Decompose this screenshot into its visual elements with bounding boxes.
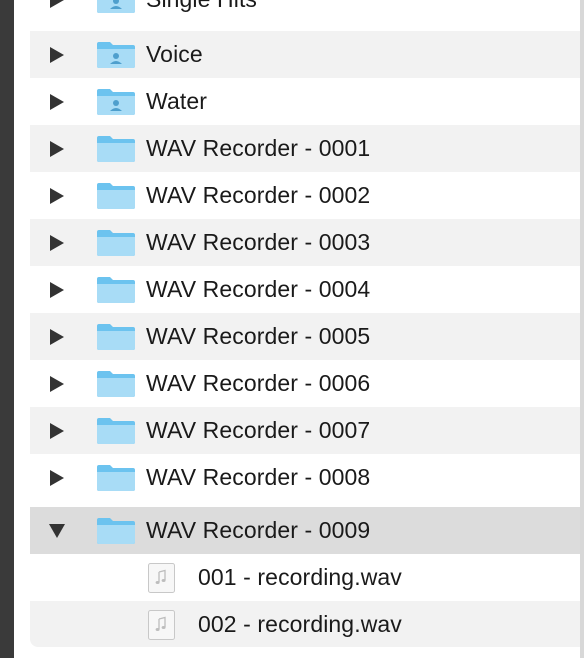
list-item[interactable]: 002 - recording.wav xyxy=(30,601,584,647)
item-label: WAV Recorder - 0002 xyxy=(146,182,371,208)
item-label: WAV Recorder - 0009 xyxy=(146,517,371,543)
item-label: WAV Recorder - 0008 xyxy=(146,464,371,490)
audio-file-icon xyxy=(148,609,175,640)
item-label: WAV Recorder - 0006 xyxy=(146,370,371,396)
disclosure-triangle-icon[interactable] xyxy=(50,422,64,439)
list-item[interactable]: WAV Recorder - 0001 xyxy=(30,125,584,172)
folder-icon xyxy=(97,135,135,162)
window-right-edge xyxy=(580,0,584,658)
folder-icon xyxy=(97,276,135,303)
folder-icon xyxy=(97,464,135,491)
disclosure-triangle-icon[interactable] xyxy=(50,328,64,345)
item-label: WAV Recorder - 0004 xyxy=(146,276,371,302)
folder-icon xyxy=(97,370,135,397)
item-label: WAV Recorder - 0001 xyxy=(146,135,371,161)
item-label: Voice xyxy=(146,41,203,67)
list-item[interactable]: WAV Recorder - 0006 xyxy=(30,360,584,407)
item-label: WAV Recorder - 0003 xyxy=(146,229,371,255)
item-label: 001 - recording.wav xyxy=(198,564,402,590)
disclosure-triangle-icon[interactable] xyxy=(50,375,64,392)
folder-icon xyxy=(97,182,135,209)
disclosure-triangle-expanded-icon[interactable] xyxy=(49,523,65,538)
disclosure-triangle-icon[interactable] xyxy=(50,0,64,8)
list-item[interactable]: WAV Recorder - 0002 xyxy=(30,172,584,219)
list-item-selected[interactable]: WAV Recorder - 0009 xyxy=(30,507,584,554)
user-folder-icon xyxy=(97,88,135,115)
list-item[interactable]: Water xyxy=(30,78,584,125)
item-label: WAV Recorder - 0005 xyxy=(146,323,371,349)
list-item[interactable]: 001 - recording.wav xyxy=(30,554,584,601)
folder-icon xyxy=(97,517,135,544)
disclosure-triangle-icon[interactable] xyxy=(50,469,64,486)
list-item[interactable]: WAV Recorder - 0008 xyxy=(30,454,584,501)
item-label: Water xyxy=(146,88,207,114)
list-item[interactable]: Voice xyxy=(30,31,584,78)
item-label: 002 - recording.wav xyxy=(198,611,402,637)
disclosure-triangle-icon[interactable] xyxy=(50,234,64,251)
item-label: Single Hits xyxy=(146,0,257,13)
folder-icon xyxy=(97,323,135,350)
user-folder-icon xyxy=(97,41,135,68)
file-list[interactable]: Single Hits Voice Water WAV Recorder - 0… xyxy=(30,0,584,647)
list-item[interactable]: WAV Recorder - 0007 xyxy=(30,407,584,454)
disclosure-triangle-icon[interactable] xyxy=(50,93,64,110)
user-folder-icon xyxy=(97,0,135,13)
window-left-edge xyxy=(0,0,14,658)
list-item[interactable]: WAV Recorder - 0003 xyxy=(30,219,584,266)
audio-file-icon xyxy=(148,562,175,593)
list-item[interactable]: WAV Recorder - 0004 xyxy=(30,266,584,313)
item-label: WAV Recorder - 0007 xyxy=(146,417,371,443)
folder-icon xyxy=(97,417,135,444)
list-item[interactable]: WAV Recorder - 0005 xyxy=(30,313,584,360)
disclosure-triangle-icon[interactable] xyxy=(50,46,64,63)
disclosure-triangle-icon[interactable] xyxy=(50,281,64,298)
disclosure-triangle-icon[interactable] xyxy=(50,187,64,204)
folder-icon xyxy=(97,229,135,256)
list-item[interactable]: Single Hits xyxy=(30,0,584,23)
disclosure-triangle-icon[interactable] xyxy=(50,140,64,157)
